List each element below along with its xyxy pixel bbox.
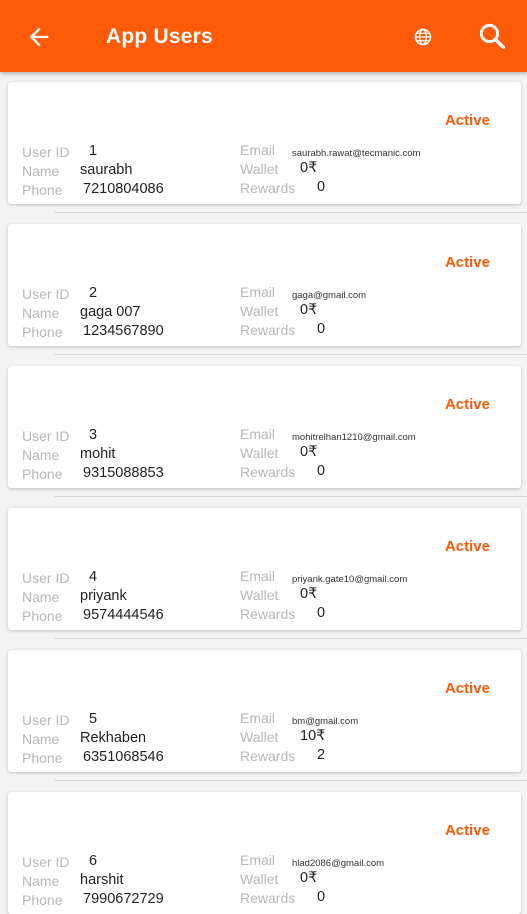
email-label: Email	[240, 852, 276, 868]
user-id-label: User ID	[22, 144, 70, 160]
user-id-value: 3	[89, 427, 98, 443]
user-card[interactable]: Active User ID 6 Name harshit Phone 7990…	[8, 792, 521, 914]
email-label: Email	[240, 426, 276, 442]
status-badge: Active	[444, 680, 490, 697]
name-label: Name	[22, 305, 60, 321]
phone-label: Phone	[22, 182, 63, 198]
divider	[54, 354, 527, 355]
user-id-value: 1	[89, 143, 98, 159]
user-card[interactable]: Active User ID 1 Name saurabh Phone 7210…	[8, 82, 521, 204]
user-id-value: 6	[89, 853, 98, 869]
rewards-value: 0	[317, 179, 326, 195]
rewards-value: 0	[317, 463, 326, 479]
wallet-label: Wallet	[240, 161, 279, 177]
divider	[54, 496, 527, 497]
email-label: Email	[240, 568, 276, 584]
phone-value: 9315088853	[83, 465, 164, 481]
rewards-label: Rewards	[240, 748, 296, 764]
phone-value: 9574444546	[83, 607, 164, 623]
user-id-label: User ID	[22, 428, 70, 444]
phone-label: Phone	[22, 466, 63, 482]
status-badge: Active	[444, 538, 490, 555]
email-value: hlad2086@gmail.com	[292, 858, 385, 869]
rewards-label: Rewards	[240, 322, 296, 338]
phone-label: Phone	[22, 750, 63, 766]
email-label: Email	[240, 710, 276, 726]
name-value: mohit	[80, 446, 116, 462]
rewards-value: 0	[317, 605, 326, 621]
status-badge: Active	[444, 112, 490, 129]
wallet-label: Wallet	[240, 871, 279, 887]
page-title: App Users	[106, 25, 213, 48]
rewards-label: Rewards	[240, 606, 296, 622]
status-badge: Active	[444, 822, 490, 839]
user-id-label: User ID	[22, 570, 70, 586]
name-label: Name	[22, 163, 60, 179]
wallet-value: 0₹	[300, 870, 318, 886]
rewards-value: 0	[317, 321, 326, 337]
name-label: Name	[22, 589, 60, 605]
rewards-value: 0	[317, 889, 326, 905]
status-badge: Active	[444, 254, 490, 271]
wallet-value: 0₹	[300, 444, 318, 460]
wallet-label: Wallet	[240, 445, 279, 461]
user-id-label: User ID	[22, 854, 70, 870]
email-value: mohitrelhan1210@gmail.com	[292, 432, 416, 443]
name-label: Name	[22, 873, 60, 889]
user-id-value: 5	[89, 711, 98, 727]
name-value: gaga 007	[80, 304, 141, 320]
name-value: priyank	[80, 588, 127, 604]
rewards-value: 2	[317, 747, 326, 763]
phone-value: 6351068546	[83, 749, 164, 765]
user-card[interactable]: Active User ID 3 Name mohit Phone 931508…	[8, 366, 521, 488]
search-icon	[479, 23, 505, 49]
rewards-label: Rewards	[240, 464, 296, 480]
email-label: Email	[240, 142, 276, 158]
user-card[interactable]: Active User ID 4 Name priyank Phone 9574…	[8, 508, 521, 630]
wallet-label: Wallet	[240, 587, 279, 603]
rewards-label: Rewards	[240, 890, 296, 906]
email-value: saurabh.rawat@tecmanic.com	[292, 148, 421, 159]
arrow-left-icon	[29, 27, 49, 47]
name-label: Name	[22, 447, 60, 463]
name-value: Rekhaben	[80, 730, 147, 746]
user-id-value: 4	[89, 569, 98, 585]
phone-value: 1234567890	[83, 323, 164, 339]
user-card[interactable]: Active User ID 2 Name gaga 007 Phone 123…	[8, 224, 521, 346]
user-id-label: User ID	[22, 286, 70, 302]
globe-icon	[414, 28, 432, 46]
wallet-label: Wallet	[240, 303, 279, 319]
wallet-value: 0₹	[300, 302, 318, 318]
name-value: saurabh	[80, 162, 133, 178]
wallet-value: 10₹	[300, 728, 326, 744]
search-button[interactable]	[474, 18, 510, 54]
user-card[interactable]: Active User ID 5 Name Rekhaben Phone 635…	[8, 650, 521, 772]
name-value: harshit	[80, 872, 124, 888]
wallet-value: 0₹	[300, 586, 318, 602]
email-label: Email	[240, 284, 276, 300]
language-button[interactable]	[408, 22, 438, 52]
phone-value: 7210804086	[83, 181, 164, 197]
email-value: bm@gmail.com	[292, 716, 359, 727]
status-badge: Active	[444, 396, 490, 413]
phone-value: 7990672729	[83, 891, 164, 907]
user-id-label: User ID	[22, 712, 70, 728]
rewards-label: Rewards	[240, 180, 296, 196]
divider	[54, 212, 527, 213]
phone-label: Phone	[22, 608, 63, 624]
name-label: Name	[22, 731, 60, 747]
app-bar: App Users	[0, 0, 527, 72]
wallet-label: Wallet	[240, 729, 279, 745]
user-id-value: 2	[89, 285, 98, 301]
phone-label: Phone	[22, 324, 63, 340]
phone-label: Phone	[22, 892, 63, 908]
divider	[54, 638, 527, 639]
email-value: priyank.gate10@gmail.com	[292, 574, 408, 585]
back-button[interactable]	[22, 20, 56, 54]
user-list: Active User ID 1 Name saurabh Phone 7210…	[0, 72, 527, 914]
email-value: gaga@gmail.com	[292, 290, 367, 301]
wallet-value: 0₹	[300, 160, 318, 176]
divider	[54, 780, 527, 781]
